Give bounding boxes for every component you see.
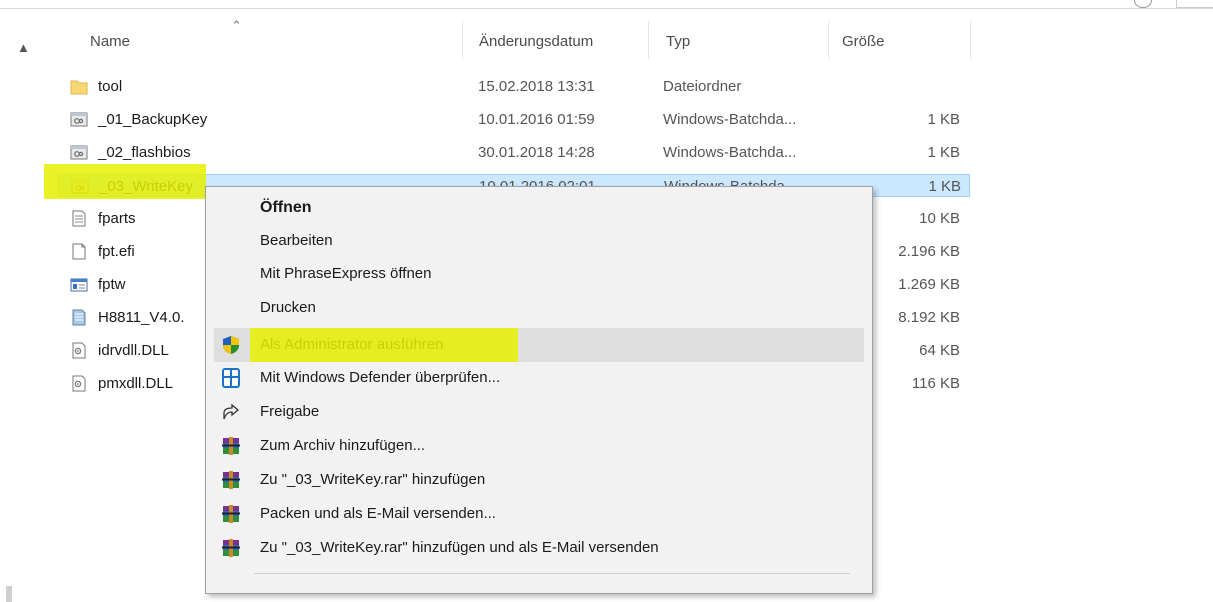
winrar-icon: [220, 538, 242, 558]
file-name: H8811_V4.0.: [98, 309, 185, 326]
menu-item-cut-off[interactable]: In neuem Pfad öffnen: [258, 572, 392, 578]
file-type: Windows-Batchda...: [663, 111, 797, 128]
file-row[interactable]: tool 15.02.2018 13:31 Dateiordner: [58, 75, 970, 98]
column-divider[interactable]: [828, 21, 829, 59]
context-menu-item[interactable]: Zu "_03_WriteKey.rar" hinzufügen und als…: [206, 531, 872, 565]
winrar-icon: [220, 504, 242, 524]
file-name: tool: [98, 78, 123, 95]
context-menu-label: Öffnen: [260, 199, 312, 216]
scroll-up-icon[interactable]: ▲: [17, 40, 30, 55]
uac-shield-icon: [220, 335, 242, 355]
column-size[interactable]: Größe: [842, 33, 885, 50]
share-icon: [220, 402, 242, 422]
context-menu-label: Bearbeiten: [260, 232, 333, 249]
context-menu-item[interactable]: Zu "_03_WriteKey.rar" hinzufügen: [206, 463, 872, 497]
file-date: 10.01.2016 01:59: [478, 111, 595, 128]
dll-file-icon: [70, 375, 88, 392]
windows-defender-icon: [220, 368, 242, 388]
annotation-highlight-file: [44, 164, 206, 199]
context-menu: Öffnen Bearbeiten Mit PhraseExpress öffnen…: [205, 186, 873, 594]
context-menu-item[interactable]: Mit Windows Defender überprüfen...: [206, 361, 872, 395]
dll-file-icon: [70, 342, 88, 359]
file-name: idrvdll.DLL: [98, 342, 169, 359]
file-name: pmxdll.DLL: [98, 375, 174, 392]
file-name: fparts: [98, 210, 136, 227]
context-menu-item[interactable]: Mit PhraseExpress öffnen: [206, 257, 872, 291]
context-menu-item[interactable]: Öffnen: [206, 191, 872, 225]
file-size: 1 KB: [927, 144, 960, 161]
file-type: Windows-Batchda...: [663, 144, 797, 161]
winrar-icon: [220, 436, 242, 456]
column-divider[interactable]: [462, 21, 463, 59]
blank-file-icon: [70, 243, 88, 260]
file-row[interactable]: _01_BackupKey 10.01.2016 01:59 Windows-Bat…: [58, 108, 970, 131]
context-menu-item[interactable]: Bearbeiten: [206, 224, 872, 258]
file-row[interactable]: _02_flashbios 30.01.2018 14:28 Windows-Bat…: [58, 141, 970, 164]
context-menu-item[interactable]: Packen und als E-Mail versenden...: [206, 497, 872, 531]
file-date: 15.02.2018 13:31: [478, 78, 595, 95]
winrar-icon: [220, 470, 242, 490]
text-file-icon: [70, 210, 88, 227]
column-divider[interactable]: [648, 21, 649, 59]
column-date[interactable]: Änderungsdatum: [479, 33, 593, 50]
context-menu-label: Packen und als E-Mail versenden...: [260, 505, 496, 522]
column-divider[interactable]: [970, 21, 971, 59]
column-header: ⌃ Name Änderungsdatum Typ Größe: [32, 18, 972, 59]
folder-icon: [70, 78, 88, 95]
annotation-highlight-menu-item: [250, 328, 518, 362]
search-box[interactable]: [1176, 0, 1213, 8]
context-menu-label: Zu "_03_WriteKey.rar" hinzufügen und als…: [260, 539, 659, 556]
context-menu-label: Drucken: [260, 299, 316, 316]
file-date: 30.01.2018 14:28: [478, 144, 595, 161]
binary-file-icon: [70, 309, 88, 326]
refresh-icon[interactable]: [1134, 0, 1152, 8]
address-bar: [0, 0, 1213, 9]
context-menu-item[interactable]: Drucken: [206, 291, 872, 325]
application-icon: [70, 276, 88, 293]
file-name: fpt.efi: [98, 243, 135, 260]
context-menu-item[interactable]: Freigabe: [206, 395, 872, 429]
context-menu-label: Zu "_03_WriteKey.rar" hinzufügen: [260, 471, 486, 488]
file-size: 1 KB: [927, 111, 960, 128]
sort-ascending-icon: ⌃: [231, 18, 242, 33]
scrollbar-thumb[interactable]: [6, 586, 12, 602]
file-type: Dateiordner: [663, 78, 742, 95]
column-name[interactable]: Name: [90, 33, 130, 50]
context-menu-item[interactable]: Zum Archiv hinzufügen...: [206, 429, 872, 463]
context-menu-label: Mit PhraseExpress öffnen: [260, 265, 432, 282]
file-name: fptw: [98, 276, 126, 293]
context-menu-label: Freigabe: [260, 403, 320, 420]
file-name: _01_BackupKey: [98, 111, 208, 128]
file-name: _02_flashbios: [98, 144, 191, 161]
batch-file-icon: [70, 111, 88, 128]
vertical-scrollbar[interactable]: ▲: [0, 10, 32, 602]
column-type[interactable]: Typ: [666, 33, 690, 50]
context-menu-label: Zum Archiv hinzufügen...: [260, 437, 426, 454]
batch-file-icon: [70, 144, 88, 161]
context-menu-label: Mit Windows Defender überprüfen...: [260, 369, 501, 386]
